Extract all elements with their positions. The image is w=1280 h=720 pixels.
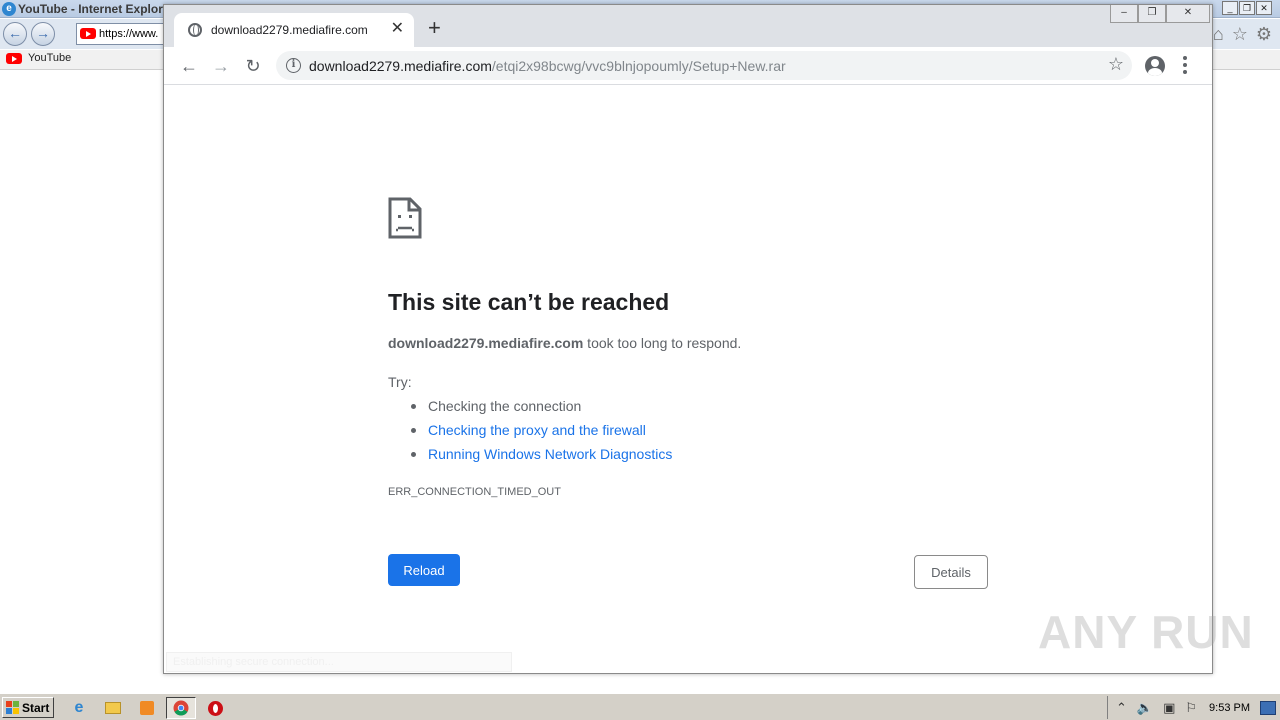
ie-close-button[interactable]: ✕: [1256, 1, 1272, 15]
taskbar-chrome-button[interactable]: [166, 697, 196, 719]
url-path: /etqi2x98bcwg/vvc9blnjopoumly/Setup+New.…: [491, 58, 786, 74]
youtube-icon: [6, 52, 22, 64]
more-menu-icon[interactable]: [1182, 56, 1188, 76]
internet-explorer-icon: e: [74, 699, 84, 716]
taskbar-ie-button[interactable]: e: [64, 697, 94, 719]
chrome-close-button[interactable]: ✕: [1166, 5, 1210, 23]
reload-button[interactable]: Reload: [388, 554, 460, 586]
back-arrow-icon[interactable]: ←: [178, 55, 200, 77]
tray-icons: ⌃ 🔈 ▣ ⚐: [1116, 700, 1197, 716]
show-hidden-icons-icon[interactable]: ⌃: [1116, 700, 1127, 716]
ie-window-title: YouTube - Internet Explorer: [18, 2, 175, 16]
forward-arrow-icon[interactable]: →: [210, 55, 232, 77]
ie-forward-button[interactable]: →: [31, 22, 55, 46]
try-label: Try:: [388, 374, 412, 390]
status-bubble: Establishing secure connection...: [166, 652, 512, 672]
settings-gear-icon[interactable]: ⚙: [1256, 24, 1272, 45]
chrome-toolbar: ← → ↻ i download2279.mediafire.com/etqi2…: [164, 47, 1212, 85]
tab-strip: download2279.mediafire.com ✕ + – ❐ ✕: [164, 5, 1212, 47]
chrome-window: download2279.mediafire.com ✕ + – ❐ ✕ ← →…: [163, 4, 1213, 674]
taskbar-media-player-button[interactable]: [132, 697, 162, 719]
error-message: download2279.mediafire.com took too long…: [388, 335, 741, 351]
suggestion-item: Checking the connection: [410, 398, 672, 422]
media-player-icon: [140, 701, 154, 715]
anyrun-watermark: ANY RUN: [1038, 606, 1254, 658]
volume-icon[interactable]: 🔈: [1137, 700, 1153, 716]
youtube-favicon-icon: [80, 28, 96, 39]
error-title: This site can’t be reached: [388, 289, 670, 315]
suggestion-item: Checking the proxy and the firewall: [410, 422, 672, 446]
taskbar-explorer-button[interactable]: [98, 697, 128, 719]
omnibox[interactable]: i download2279.mediafire.com/etqi2x98bcw…: [276, 51, 1132, 80]
chrome-minimize-button[interactable]: –: [1110, 5, 1138, 23]
windows-flag-icon: [6, 701, 19, 714]
bookmark-star-icon[interactable]: ☆: [1108, 54, 1124, 75]
system-tray: ⌃ 🔈 ▣ ⚐ 9:53 PM: [1106, 696, 1280, 719]
new-tab-button[interactable]: +: [428, 17, 441, 39]
error-page: This site can’t be reached download2279.…: [164, 86, 1212, 673]
suggestion-list: Checking the connection Checking the pro…: [410, 398, 672, 470]
favorites-item-youtube[interactable]: YouTube: [6, 52, 71, 64]
favorites-item-label: YouTube: [28, 52, 72, 64]
taskbar-opera-button[interactable]: [200, 697, 230, 719]
reload-icon[interactable]: ↻: [242, 55, 264, 77]
clock[interactable]: 9:53 PM: [1209, 702, 1250, 714]
action-center-flag-icon[interactable]: ⚐: [1185, 700, 1197, 716]
suggestion-network-diagnostics-link[interactable]: Running Windows Network Diagnostics: [428, 446, 672, 462]
error-message-suffix: took too long to respond.: [583, 335, 742, 351]
suggestion-proxy-firewall-link[interactable]: Checking the proxy and the firewall: [428, 422, 646, 438]
info-icon[interactable]: i: [286, 58, 301, 73]
globe-icon: [188, 23, 202, 37]
ie-restore-button[interactable]: ❐: [1239, 1, 1255, 15]
error-host: download2279.mediafire.com: [388, 335, 584, 351]
ie-logo-icon: e: [2, 2, 16, 16]
ie-address-text: https://www.: [99, 28, 159, 40]
start-button[interactable]: Start: [2, 697, 54, 718]
start-label: Start: [22, 700, 50, 715]
url-text: download2279.mediafire.com/etqi2x98bcwg/…: [309, 58, 786, 74]
chrome-window-controls: – ❐ ✕: [1110, 5, 1210, 23]
show-desktop-icon[interactable]: [1260, 700, 1276, 715]
error-code: ERR_CONNECTION_TIMED_OUT: [388, 486, 561, 498]
opera-icon: [207, 700, 223, 716]
chrome-restore-button[interactable]: ❐: [1138, 5, 1166, 23]
taskbar: Start e ⌃ 🔈 ▣ ⚐ 9:53 PM: [0, 693, 1280, 720]
tab-title: download2279.mediafire.com: [211, 23, 368, 37]
details-button[interactable]: Details: [914, 555, 988, 589]
favorites-star-icon[interactable]: ☆: [1232, 24, 1248, 45]
ie-right-toolbar: ⌂ ☆ ⚙: [1213, 24, 1272, 45]
folder-icon: [105, 702, 121, 714]
ie-window-controls: _ ❐ ✕: [1222, 1, 1272, 15]
ie-back-button[interactable]: ←: [3, 22, 27, 46]
tab-close-icon[interactable]: ✕: [391, 21, 404, 37]
url-host: download2279.mediafire.com: [309, 58, 492, 74]
network-icon[interactable]: ▣: [1163, 700, 1175, 716]
chrome-icon: [173, 700, 189, 716]
ie-minimize-button[interactable]: _: [1222, 1, 1238, 15]
home-icon[interactable]: ⌂: [1213, 24, 1224, 45]
tab-mediafire[interactable]: download2279.mediafire.com ✕: [174, 13, 414, 47]
sad-page-icon: [388, 197, 422, 239]
suggestion-item: Running Windows Network Diagnostics: [410, 446, 672, 470]
profile-avatar-icon[interactable]: [1145, 56, 1165, 76]
suggestion-check-connection: Checking the connection: [428, 398, 582, 414]
